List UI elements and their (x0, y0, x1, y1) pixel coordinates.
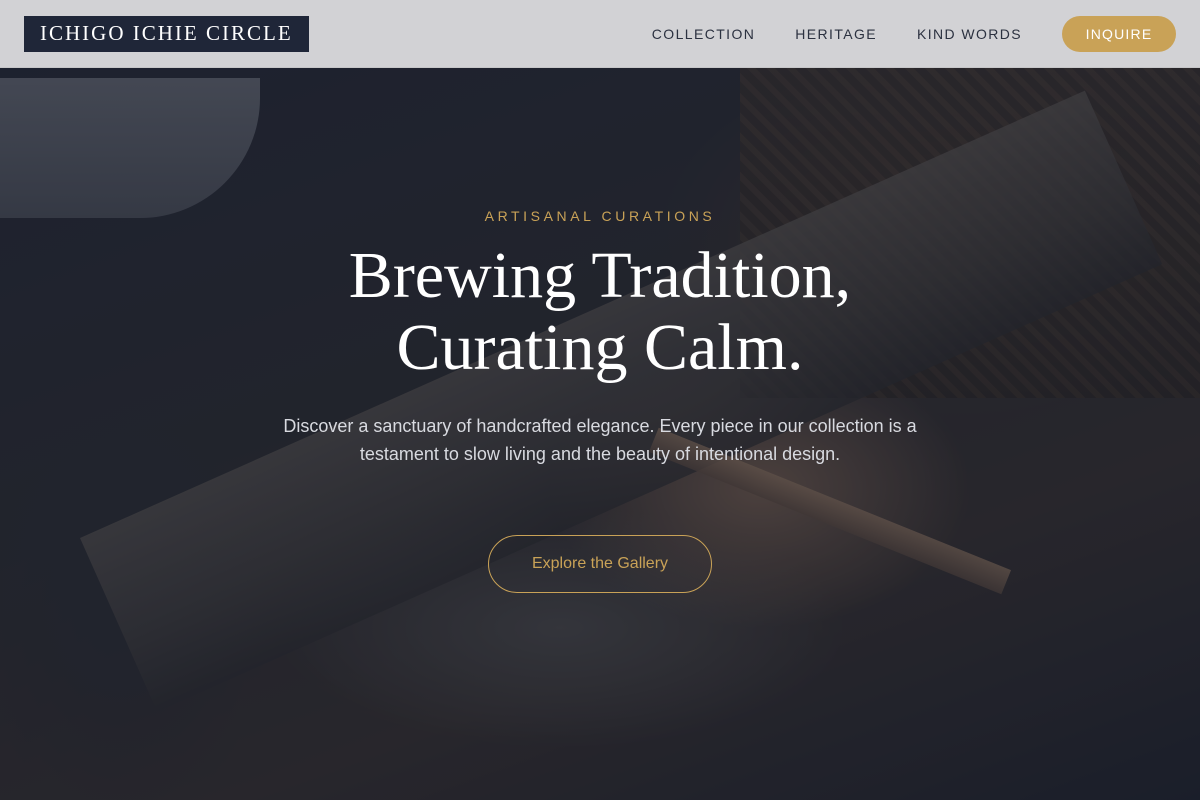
site-logo[interactable]: ICHIGO ICHIE CIRCLE (24, 15, 309, 52)
nav-link-collection[interactable]: COLLECTION (652, 26, 755, 42)
hero-eyebrow: ARTISANAL CURATIONS (484, 208, 716, 224)
explore-gallery-button[interactable]: Explore the Gallery (488, 535, 712, 593)
nav-link-kind-words[interactable]: KIND WORDS (917, 26, 1022, 42)
hero-section: ARTISANAL CURATIONS Brewing Tradition, C… (0, 68, 1200, 800)
inquire-button[interactable]: INQUIRE (1062, 15, 1176, 52)
hero-description: Discover a sanctuary of handcrafted eleg… (283, 416, 917, 464)
nav-link-heritage[interactable]: HERITAGE (795, 26, 877, 42)
hero-headline-line-1: Brewing Tradition, (348, 239, 852, 312)
main-nav: COLLECTION HERITAGE KIND WORDS INQUIRE (612, 15, 1176, 52)
hero-headline: Brewing Tradition, Curating Calm. (0, 240, 1200, 384)
site-header: ICHIGO ICHIE CIRCLE COLLECTION HERITAGE … (0, 0, 1200, 68)
hero-headline-line-2: Curating Calm. (396, 311, 804, 384)
